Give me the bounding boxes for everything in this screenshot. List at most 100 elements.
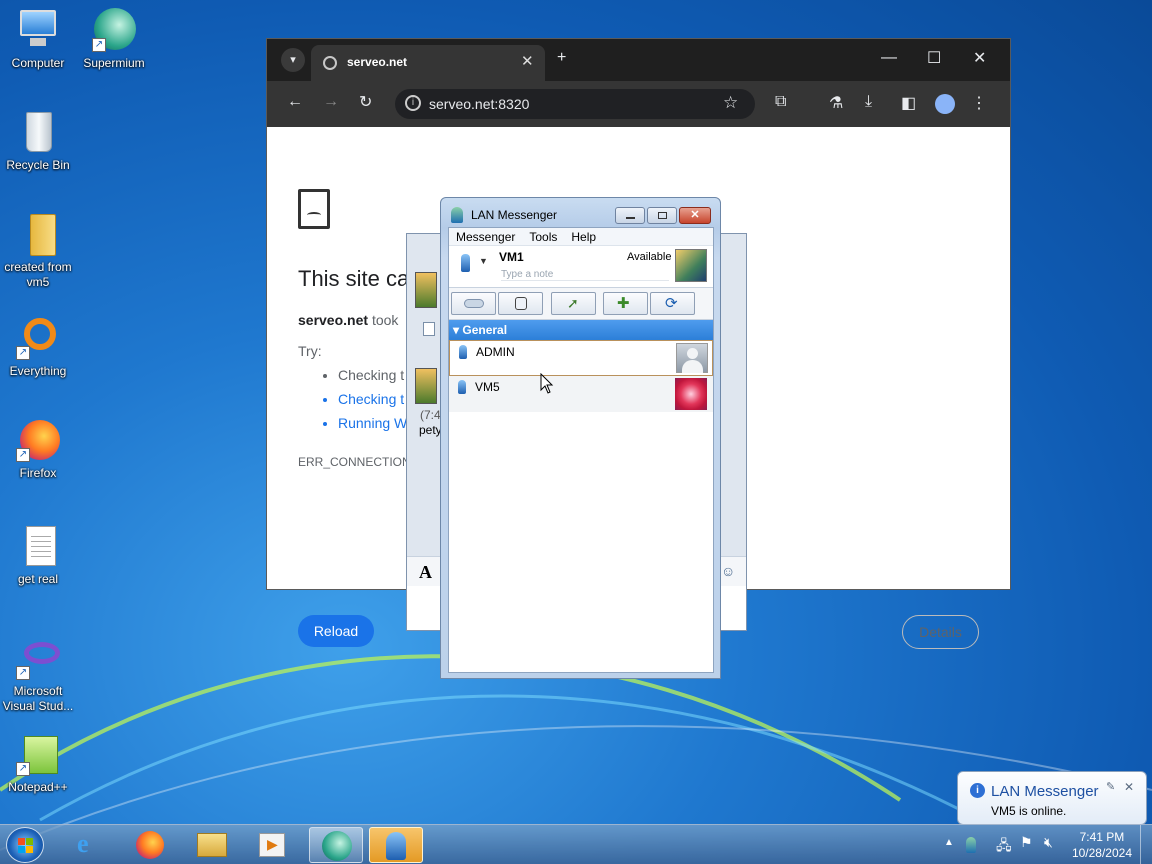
desktop-icon-notepad-plus-plus[interactable]: ↗ Notepad++: [0, 732, 76, 795]
shortcut-arrow-icon: ↗: [16, 346, 30, 360]
back-icon[interactable]: ←: [287, 93, 303, 111]
maximize-button[interactable]: [647, 207, 677, 224]
suggestion-link[interactable]: Checking t: [338, 391, 407, 407]
profile-avatar-icon[interactable]: [935, 94, 955, 114]
shortcut-arrow-icon: ↗: [92, 38, 106, 52]
minimize-button[interactable]: —: [881, 49, 897, 67]
avatar: [415, 368, 437, 404]
address-text[interactable]: serveo.net:8320: [429, 96, 529, 112]
menu-kebab-icon[interactable]: ⋮: [971, 93, 987, 113]
supermium-icon: ↗: [92, 8, 136, 52]
show-hidden-icons-icon[interactable]: ▲: [944, 837, 954, 848]
desktop-icon-firefox[interactable]: ↗ Firefox: [0, 418, 76, 481]
labs-flask-icon[interactable]: ⚗: [829, 93, 843, 113]
minimize-button[interactable]: [615, 207, 645, 224]
contact-name: ADMIN: [476, 345, 515, 359]
browser-tab[interactable]: serveo.net ✕: [311, 45, 545, 81]
browser-titlebar[interactable]: ▾ serveo.net ✕ + — ☐ ✕: [267, 39, 1010, 81]
notification-close-icon[interactable]: ✕: [1124, 780, 1134, 794]
contact-status-icon: [459, 345, 467, 359]
taskbar-file-explorer[interactable]: [185, 827, 239, 863]
new-tab-button[interactable]: +: [557, 49, 566, 67]
avatar: [415, 272, 437, 308]
taskbar-media-player[interactable]: ▶: [245, 827, 299, 863]
network-icon[interactable]: 🖧: [996, 835, 1012, 859]
public-chat-button[interactable]: ➚: [551, 292, 596, 315]
everything-icon: ↗: [16, 316, 60, 360]
suggestion-item: Checking t: [338, 367, 407, 383]
broadcast-button[interactable]: [451, 292, 496, 315]
contact-avatar: [676, 343, 708, 373]
volume-muted-icon[interactable]: 🔇︎: [1044, 834, 1053, 851]
desktop-icon-computer[interactable]: Computer: [0, 8, 76, 71]
window-title: LAN Messenger: [471, 208, 558, 222]
address-bar[interactable]: i serveo.net:8320 ☆: [395, 89, 755, 119]
desktop-icon-text-file[interactable]: get real: [0, 524, 76, 587]
notification-message: VM5 is online.: [991, 804, 1067, 818]
user-status[interactable]: Available: [627, 251, 671, 263]
details-button[interactable]: Details: [902, 615, 979, 649]
taskbar-firefox[interactable]: [123, 827, 177, 863]
refresh-contacts-button[interactable]: ⟳: [650, 292, 695, 315]
close-button[interactable]: ✕: [679, 207, 711, 224]
contact-item-admin[interactable]: ADMIN: [449, 340, 713, 376]
menu-messenger[interactable]: Messenger: [449, 228, 522, 246]
clock-time: 7:41 PM: [1079, 830, 1125, 844]
lan-messenger-window[interactable]: LAN Messenger ✕ Messenger Tools Help ▼ VM1…: [440, 197, 721, 679]
media-player-icon: ▶: [259, 833, 285, 857]
reload-button[interactable]: Reload: [298, 615, 374, 647]
status-dropdown-icon[interactable]: ▼: [479, 256, 488, 266]
info-icon: i: [970, 783, 985, 798]
smiley-icon[interactable]: ☺: [721, 563, 735, 579]
site-info-icon[interactable]: i: [405, 95, 421, 111]
taskbar: e ▶ ▲ 🖧 ⚑ 🔇︎ 7:41 PM 10/28/2024: [0, 824, 1152, 864]
add-contacts-button[interactable]: ✚: [603, 292, 648, 315]
tab-title: serveo.net: [347, 55, 408, 69]
tab-search-button[interactable]: ▾: [281, 48, 305, 72]
extensions-icon[interactable]: ⧉: [775, 93, 786, 111]
globe-icon: [323, 56, 337, 70]
menu-help[interactable]: Help: [564, 228, 603, 246]
maximize-button[interactable]: ☐: [927, 48, 941, 68]
action-center-flag-icon[interactable]: ⚑: [1020, 834, 1033, 851]
forward-icon[interactable]: →: [323, 93, 339, 111]
show-desktop-button[interactable]: [1140, 825, 1152, 864]
lan-messenger-tray-icon[interactable]: [966, 837, 976, 853]
user-status-icon[interactable]: [461, 254, 470, 272]
notification-title: LAN Messenger: [991, 783, 1099, 800]
notification-settings-icon[interactable]: ✎: [1106, 780, 1115, 793]
start-button[interactable]: [6, 827, 44, 863]
taskbar-lan-messenger[interactable]: [369, 827, 423, 863]
contact-group-general[interactable]: ▾ General: [449, 320, 713, 340]
lan-messenger-app-icon: [451, 207, 463, 223]
taskbar-supermium[interactable]: [309, 827, 363, 863]
user-name: VM1: [499, 250, 524, 264]
user-avatar[interactable]: [675, 249, 707, 282]
side-panel-icon[interactable]: ◧: [901, 93, 916, 113]
note-input[interactable]: Type a note: [501, 269, 669, 281]
bookmark-star-icon[interactable]: ☆: [723, 93, 738, 113]
visual-studio-icon: ↗: [16, 636, 60, 680]
firefox-icon: [136, 831, 164, 859]
folder-icon: [16, 212, 60, 256]
download-icon[interactable]: ⤓: [865, 93, 872, 111]
desktop-icon-supermium[interactable]: ↗ Supermium: [76, 8, 152, 71]
font-button[interactable]: A: [419, 562, 432, 583]
chat-room-button[interactable]: [498, 292, 543, 315]
desktop-icon-folder[interactable]: created from vm5: [0, 212, 76, 290]
contact-item-vm5[interactable]: VM5: [449, 376, 713, 412]
close-button[interactable]: ✕: [973, 48, 986, 68]
desktop-icon-everything[interactable]: ↗ Everything: [0, 316, 76, 379]
collapse-arrow-icon[interactable]: ▾: [453, 323, 462, 337]
menu-tools[interactable]: Tools: [522, 228, 564, 246]
supermium-icon: [322, 831, 352, 861]
desktop-icon-recycle-bin[interactable]: Recycle Bin: [0, 110, 76, 173]
taskbar-internet-explorer[interactable]: e: [63, 827, 117, 863]
message-sender: pety: [419, 423, 442, 437]
tab-close-icon[interactable]: ✕: [521, 52, 534, 70]
system-clock[interactable]: 7:41 PM 10/28/2024: [1072, 829, 1132, 861]
reload-icon[interactable]: ↻: [359, 92, 372, 112]
suggestion-link[interactable]: Running W: [338, 415, 407, 431]
notification-balloon[interactable]: i LAN Messenger ✎ ✕ VM5 is online.: [957, 771, 1147, 825]
desktop-icon-visual-studio[interactable]: ↗ Microsoft Visual Stud...: [0, 636, 76, 714]
